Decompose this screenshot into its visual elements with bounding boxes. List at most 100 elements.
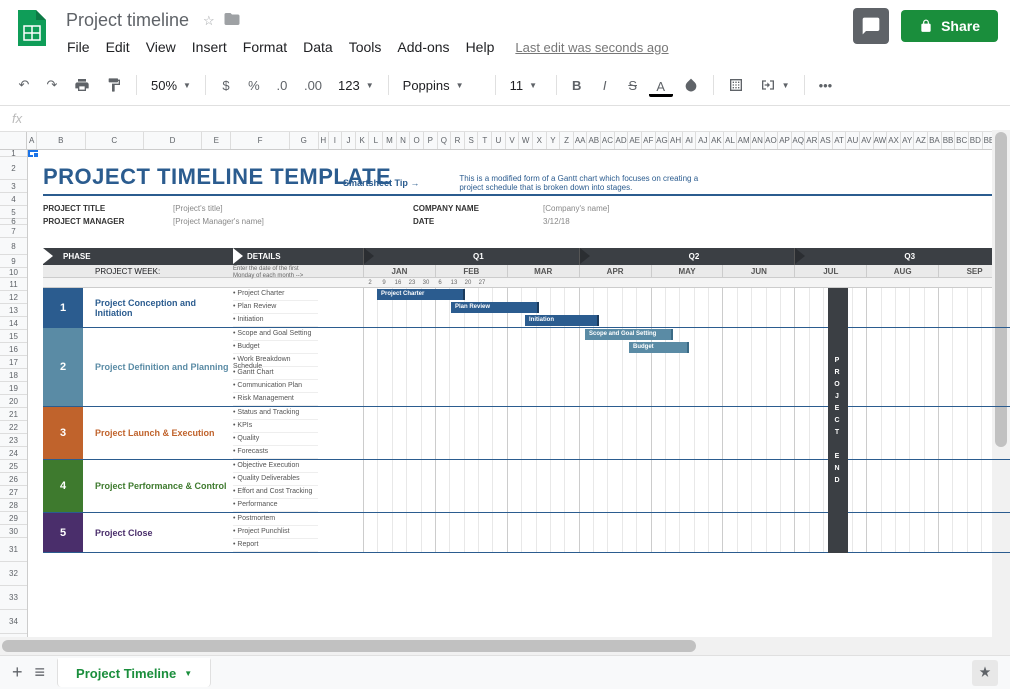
tip-label[interactable]: Smartsheet Tip → — [343, 178, 419, 188]
col-header[interactable]: R — [451, 132, 465, 149]
col-header[interactable]: Z — [560, 132, 574, 149]
redo-button[interactable]: ↷ — [40, 71, 64, 99]
col-header[interactable]: AU — [846, 132, 860, 149]
col-header[interactable]: AW — [874, 132, 888, 149]
row-header[interactable]: 29 — [0, 512, 27, 525]
col-header[interactable]: AQ — [792, 132, 806, 149]
col-header[interactable]: AX — [887, 132, 901, 149]
col-header[interactable]: D — [144, 132, 202, 149]
menu-tools[interactable]: Tools — [342, 35, 389, 59]
menu-view[interactable]: View — [139, 35, 183, 59]
col-header[interactable]: AD — [615, 132, 629, 149]
col-header[interactable]: AC — [601, 132, 615, 149]
menu-edit[interactable]: Edit — [99, 35, 137, 59]
gantt-bar[interactable]: Initiation — [525, 315, 599, 326]
col-header[interactable]: P — [424, 132, 438, 149]
col-header[interactable]: V — [506, 132, 520, 149]
col-header[interactable]: BD — [969, 132, 983, 149]
formula-input[interactable] — [34, 110, 998, 127]
col-header[interactable]: B — [37, 132, 86, 149]
col-header[interactable]: AS — [819, 132, 833, 149]
col-header[interactable]: Q — [438, 132, 452, 149]
col-header[interactable]: AL — [724, 132, 738, 149]
row-header[interactable]: 7 — [0, 225, 27, 238]
sheet-grid[interactable]: PROJECT TIMELINE TEMPLATE Smartsheet Tip… — [28, 150, 1010, 660]
row-header[interactable]: 31 — [0, 538, 27, 562]
col-header[interactable]: AB — [587, 132, 601, 149]
row-header[interactable]: 10 — [0, 268, 27, 278]
bold-button[interactable]: B — [565, 72, 589, 99]
text-color-button[interactable]: A — [649, 73, 673, 97]
row-header[interactable]: 23 — [0, 434, 27, 447]
row-header[interactable]: 27 — [0, 486, 27, 499]
font-select[interactable]: Poppins▼ — [397, 74, 487, 97]
row-header[interactable]: 15 — [0, 330, 27, 343]
col-header[interactable]: U — [492, 132, 506, 149]
col-header[interactable]: AT — [833, 132, 847, 149]
decrease-decimal-button[interactable]: .0 — [270, 72, 294, 99]
col-header[interactable]: AJ — [696, 132, 710, 149]
row-header[interactable]: 3 — [0, 180, 27, 193]
col-header[interactable]: J — [342, 132, 356, 149]
row-header[interactable]: 1 — [0, 150, 27, 157]
col-header[interactable]: A — [27, 132, 37, 149]
row-header[interactable]: 18 — [0, 369, 27, 382]
strikethrough-button[interactable]: S — [621, 72, 645, 99]
menu-add-ons[interactable]: Add-ons — [390, 35, 456, 59]
row-header[interactable]: 2 — [0, 157, 27, 180]
col-header[interactable]: AH — [669, 132, 683, 149]
paint-format-button[interactable] — [100, 71, 128, 99]
row-header[interactable]: 34 — [0, 610, 27, 634]
col-header[interactable]: AP — [778, 132, 792, 149]
col-header[interactable]: C — [86, 132, 144, 149]
borders-button[interactable] — [722, 71, 750, 99]
col-header[interactable]: I — [329, 132, 343, 149]
col-header[interactable]: AZ — [914, 132, 928, 149]
col-header[interactable]: AF — [642, 132, 656, 149]
percent-button[interactable]: % — [242, 72, 266, 99]
col-header[interactable]: G — [290, 132, 319, 149]
col-header[interactable]: AN — [751, 132, 765, 149]
menu-file[interactable]: File — [60, 35, 97, 59]
col-header[interactable]: N — [397, 132, 411, 149]
more-button[interactable]: ••• — [813, 72, 839, 99]
col-header[interactable]: AI — [683, 132, 697, 149]
row-header[interactable]: 13 — [0, 304, 27, 317]
col-header[interactable]: H — [319, 132, 329, 149]
col-header[interactable]: AO — [765, 132, 779, 149]
star-icon[interactable]: ☆ — [203, 13, 215, 29]
print-button[interactable] — [68, 71, 96, 99]
col-header[interactable]: E — [202, 132, 231, 149]
row-header[interactable]: 33 — [0, 586, 27, 610]
col-header[interactable]: O — [410, 132, 424, 149]
col-header[interactable]: AK — [710, 132, 724, 149]
col-header[interactable]: M — [383, 132, 397, 149]
row-header[interactable]: 4 — [0, 193, 27, 206]
gantt-bar[interactable]: Plan Review — [451, 302, 539, 313]
col-header[interactable]: S — [465, 132, 479, 149]
comments-button[interactable] — [853, 8, 889, 44]
col-header[interactable]: X — [533, 132, 547, 149]
italic-button[interactable]: I — [593, 72, 617, 99]
row-header[interactable]: 20 — [0, 395, 27, 408]
undo-button[interactable]: ↶ — [12, 71, 36, 99]
increase-decimal-button[interactable]: .00 — [298, 72, 328, 99]
row-header[interactable]: 30 — [0, 525, 27, 538]
row-header[interactable]: 12 — [0, 291, 27, 304]
gantt-bar[interactable]: Scope and Goal Setting — [585, 329, 673, 340]
row-header[interactable]: 9 — [0, 255, 27, 268]
all-sheets-button[interactable]: ≡ — [35, 662, 46, 683]
col-header[interactable]: L — [369, 132, 383, 149]
menu-format[interactable]: Format — [236, 35, 294, 59]
col-header[interactable]: AR — [805, 132, 819, 149]
col-header[interactable]: T — [478, 132, 492, 149]
merge-button[interactable]: ▼ — [754, 73, 796, 97]
gantt-bar[interactable]: Project Charter — [377, 289, 465, 300]
sheets-logo[interactable] — [12, 8, 52, 48]
col-header[interactable]: K — [356, 132, 370, 149]
currency-button[interactable]: $ — [214, 72, 238, 99]
col-header[interactable]: AY — [901, 132, 915, 149]
row-header[interactable]: 11 — [0, 278, 27, 291]
row-header[interactable]: 14 — [0, 317, 27, 330]
doc-title[interactable]: Project timeline — [60, 8, 195, 33]
